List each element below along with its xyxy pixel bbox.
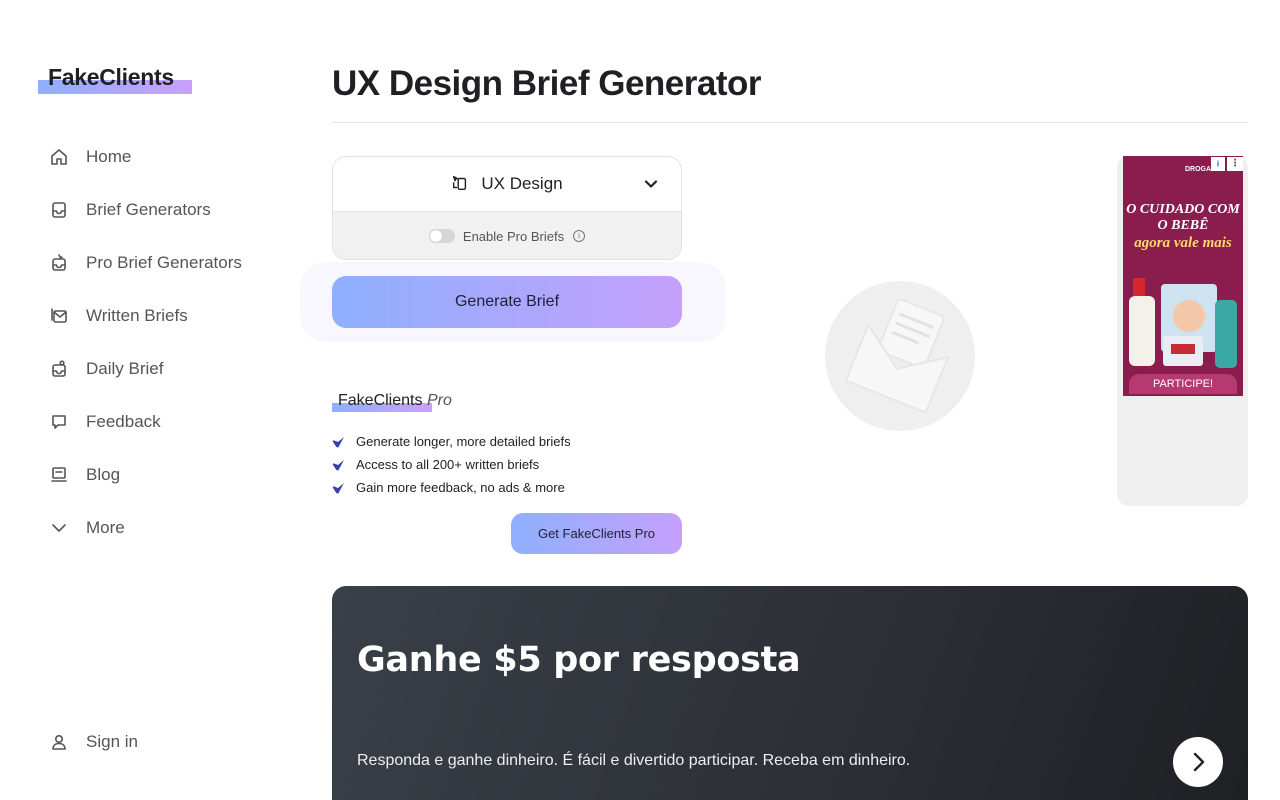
pro-briefs-toggle[interactable] xyxy=(428,229,455,243)
ad-cta-button[interactable]: PARTICIPE! xyxy=(1129,374,1237,394)
page-title: UX Design Brief Generator xyxy=(332,64,762,103)
banner-next-button[interactable] xyxy=(1173,737,1223,787)
ad-headline: O CUIDADO COM O BEBÊ xyxy=(1126,202,1240,233)
sidebar-item-brief-generators[interactable]: Brief Generators xyxy=(48,183,242,236)
sidebar-item-blog[interactable]: Blog xyxy=(48,448,242,501)
sidebar-item-label: Brief Generators xyxy=(86,199,211,219)
pro-briefs-label: Enable Pro Briefs xyxy=(462,228,565,244)
feature-text: Gain more feedback, no ads & more xyxy=(356,480,565,495)
inbox-icon xyxy=(48,199,70,221)
sign-in-link[interactable]: Sign in xyxy=(48,722,138,762)
pro-toggle-row: Enable Pro Briefs i xyxy=(333,212,681,259)
chat-icon xyxy=(48,411,70,433)
sign-in-label: Sign in xyxy=(86,732,138,751)
ad-subline: agora vale mais xyxy=(1134,235,1232,251)
check-icon xyxy=(332,459,344,471)
generate-brief-button[interactable]: Generate Brief xyxy=(332,276,682,328)
sidebar-item-label: Feedback xyxy=(86,411,161,431)
pro-brand-text: FakeClients Pro xyxy=(332,392,452,410)
pro-inbox-icon xyxy=(48,252,70,274)
sidebar-item-more[interactable]: More xyxy=(48,501,242,554)
user-icon xyxy=(48,731,70,753)
sidebar-item-label: Written Briefs xyxy=(86,305,188,325)
chevron-right-icon xyxy=(1193,752,1205,772)
sidebar-item-feedback[interactable]: Feedback xyxy=(48,395,242,448)
check-icon xyxy=(332,482,344,494)
generator-select-value: UX Design xyxy=(481,174,563,193)
sidebar-item-label: More xyxy=(86,517,125,537)
chevron-down-icon xyxy=(48,517,70,539)
generator-select[interactable]: UX Design xyxy=(333,157,681,212)
sidebar-item-daily-brief[interactable]: Daily Brief xyxy=(48,342,242,395)
feature-text: Generate longer, more detailed briefs xyxy=(356,434,571,449)
pro-brand-suffix: Pro xyxy=(426,392,452,409)
sidebar-item-label: Home xyxy=(86,146,132,166)
home-icon xyxy=(48,146,70,168)
banner-text: Responda e ganhe dinheiro. É fácil e div… xyxy=(357,752,911,769)
promo-banner[interactable]: Ganhe $5 por resposta Responda e ganhe d… xyxy=(332,586,1248,800)
ad-brand: DROGASIL xyxy=(1185,166,1222,173)
envelope-placeholder-icon xyxy=(825,281,975,431)
pro-brand: FakeClients Pro xyxy=(332,392,452,412)
sidebar-nav: Home Brief Generators Pro Brief Generato… xyxy=(48,130,242,554)
advertisement[interactable]: i ⋮ DROGASIL O CUIDADO COM O BEBÊ agora … xyxy=(1123,156,1243,396)
chevron-down-icon xyxy=(643,176,659,192)
sidebar-item-label: Blog xyxy=(86,464,121,484)
logo-text: FakeClients xyxy=(48,64,174,90)
daily-inbox-icon xyxy=(48,358,70,380)
sidebar: FakeClients Home Brief Generators Pro Br… xyxy=(0,0,300,800)
mail-stack-icon xyxy=(48,305,70,327)
ad-options-icon[interactable]: ⋮ xyxy=(1227,157,1243,171)
ad-product-image xyxy=(1129,278,1237,368)
sidebar-item-label: Pro Brief Generators xyxy=(86,252,242,272)
list-item: Access to all 200+ written briefs xyxy=(332,453,571,476)
banner-title: Ganhe $5 por resposta xyxy=(357,640,801,680)
sidebar-item-home[interactable]: Home xyxy=(48,130,242,183)
pro-features-list: Generate longer, more detailed briefs Ac… xyxy=(332,430,571,499)
title-divider xyxy=(332,122,1248,123)
list-item: Gain more feedback, no ads & more xyxy=(332,476,571,499)
logo[interactable]: FakeClients xyxy=(38,64,192,94)
list-item: Generate longer, more detailed briefs xyxy=(332,430,571,453)
check-icon xyxy=(332,436,344,448)
blog-icon xyxy=(48,464,70,486)
pro-brand-name: FakeClients xyxy=(338,392,423,409)
info-icon[interactable]: i xyxy=(573,230,586,242)
sidebar-item-label: Daily Brief xyxy=(86,358,164,378)
sidebar-item-pro-brief-generators[interactable]: Pro Brief Generators xyxy=(48,236,242,289)
generator-card: UX Design Enable Pro Briefs i xyxy=(332,156,682,260)
feature-text: Access to all 200+ written briefs xyxy=(356,457,540,472)
ux-design-icon xyxy=(451,174,471,194)
sidebar-item-written-briefs[interactable]: Written Briefs xyxy=(48,289,242,342)
get-pro-button[interactable]: Get FakeClients Pro xyxy=(511,513,682,554)
